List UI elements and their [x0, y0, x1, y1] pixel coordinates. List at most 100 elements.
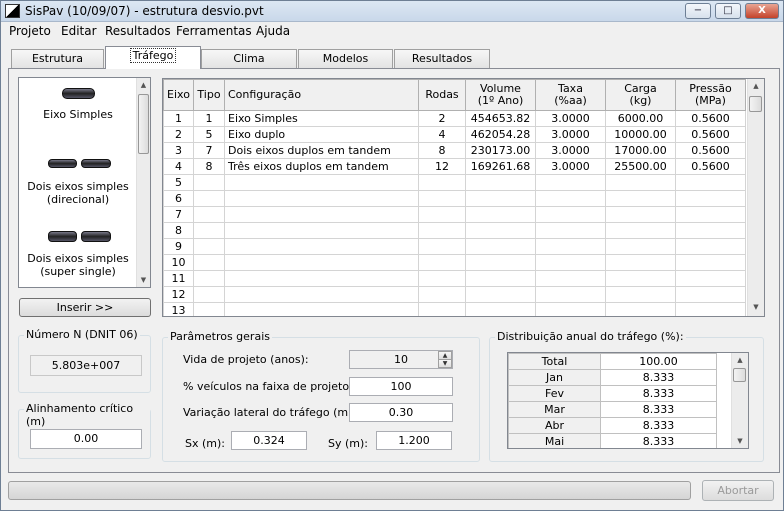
distribution-row[interactable]: Total 100.00: [508, 353, 717, 370]
cell-pressao[interactable]: [675, 222, 746, 239]
distribution-scrollbar[interactable]: ▲ ▼: [731, 353, 748, 448]
maximize-button[interactable]: □: [715, 3, 741, 19]
cell-rodas[interactable]: [418, 270, 466, 287]
distribution-row[interactable]: Mai 8.333: [508, 433, 717, 448]
tab-clima[interactable]: Clima: [201, 49, 297, 68]
table-row[interactable]: 8: [163, 222, 746, 239]
cell-volume[interactable]: [465, 254, 536, 271]
cell-eixo[interactable]: 8: [163, 222, 194, 239]
vida-projeto-spinner[interactable]: 10 ▲ ▼: [349, 350, 453, 369]
table-row[interactable]: 13: [163, 302, 746, 316]
cell-taxa[interactable]: 3.0000: [535, 158, 606, 175]
cell-volume[interactable]: [465, 302, 536, 316]
cell-volume[interactable]: 169261.68: [465, 158, 536, 175]
cell-carga[interactable]: 25500.00: [605, 158, 676, 175]
cell-configuracao[interactable]: Dois eixos duplos em tandem: [224, 142, 419, 159]
cell-taxa[interactable]: 3.0000: [535, 142, 606, 159]
menu-ajuda[interactable]: Ajuda: [256, 24, 290, 38]
menu-projeto[interactable]: Projeto: [9, 24, 51, 38]
table-row[interactable]: 3 7 Dois eixos duplos em tandem 8 230173.00 3…: [163, 142, 746, 159]
cell-eixo[interactable]: 2: [163, 126, 194, 143]
cell-pressao[interactable]: 0.5600: [675, 126, 746, 143]
traffic-grid[interactable]: Eixo Tipo Configuração Rodas Volume (1º …: [162, 78, 765, 317]
cell-carga[interactable]: [605, 286, 676, 303]
alinhamento-input[interactable]: 0.00: [30, 429, 142, 449]
cell-taxa[interactable]: [535, 190, 606, 207]
distribution-row[interactable]: Abr 8.333: [508, 417, 717, 434]
distribution-grid[interactable]: Total 100.00 Jan 8.333 Fev 8.333 Mar 8.333 Abr 8.…: [507, 352, 749, 449]
cell-rodas[interactable]: 8: [418, 142, 466, 159]
cell-rodas[interactable]: [418, 222, 466, 239]
veiculos-faixa-input[interactable]: 100: [349, 377, 453, 396]
cell-rodas[interactable]: [418, 174, 466, 191]
distribution-value[interactable]: 8.333: [600, 369, 717, 386]
cell-configuracao[interactable]: Eixo Simples: [224, 110, 419, 127]
cell-eixo[interactable]: 13: [163, 302, 194, 316]
cell-pressao[interactable]: [675, 174, 746, 191]
cell-taxa[interactable]: [535, 206, 606, 223]
cell-pressao[interactable]: [675, 286, 746, 303]
cell-volume[interactable]: [465, 190, 536, 207]
sy-input[interactable]: 1.200: [376, 431, 452, 450]
cell-taxa[interactable]: [535, 286, 606, 303]
cell-volume[interactable]: [465, 286, 536, 303]
scroll-up-icon[interactable]: ▲: [732, 353, 748, 367]
cell-rodas[interactable]: [418, 238, 466, 255]
cell-eixo[interactable]: 7: [163, 206, 194, 223]
scroll-up-icon[interactable]: ▲: [748, 79, 764, 95]
distribution-value[interactable]: 8.333: [600, 385, 717, 402]
cell-configuracao[interactable]: [224, 270, 419, 287]
cell-eixo[interactable]: 5: [163, 174, 194, 191]
cell-volume[interactable]: [465, 174, 536, 191]
cell-volume[interactable]: [465, 206, 536, 223]
scroll-thumb[interactable]: [138, 94, 149, 154]
cell-carga[interactable]: [605, 222, 676, 239]
cell-carga[interactable]: [605, 270, 676, 287]
col-header-volume[interactable]: Volume (1º Ano): [465, 79, 536, 111]
cell-configuracao[interactable]: [224, 206, 419, 223]
scroll-down-icon[interactable]: ▼: [137, 273, 150, 287]
cell-carga[interactable]: [605, 302, 676, 316]
cell-tipo[interactable]: [193, 206, 225, 223]
cell-configuracao[interactable]: [224, 190, 419, 207]
cell-taxa[interactable]: [535, 254, 606, 271]
cell-tipo[interactable]: [193, 238, 225, 255]
cell-pressao[interactable]: 0.5600: [675, 142, 746, 159]
distribution-row[interactable]: Fev 8.333: [508, 385, 717, 402]
cell-taxa[interactable]: 3.0000: [535, 126, 606, 143]
table-row[interactable]: 6: [163, 190, 746, 207]
cell-eixo[interactable]: 3: [163, 142, 194, 159]
spin-down-icon[interactable]: ▼: [438, 359, 452, 368]
cell-configuracao[interactable]: [224, 174, 419, 191]
cell-configuracao[interactable]: [224, 222, 419, 239]
sx-input[interactable]: 0.324: [231, 431, 307, 450]
cell-tipo[interactable]: 7: [193, 142, 225, 159]
scroll-down-icon[interactable]: ▼: [748, 300, 764, 316]
cell-configuracao[interactable]: Eixo duplo: [224, 126, 419, 143]
table-row[interactable]: 2 5 Eixo duplo 4 462054.28 3.0000 10000.00 0.56…: [163, 126, 746, 143]
cell-tipo[interactable]: [193, 174, 225, 191]
cell-pressao[interactable]: [675, 190, 746, 207]
cell-tipo[interactable]: 8: [193, 158, 225, 175]
cell-rodas[interactable]: [418, 206, 466, 223]
col-header-eixo[interactable]: Eixo: [163, 79, 194, 111]
cell-pressao[interactable]: [675, 270, 746, 287]
cell-configuracao[interactable]: [224, 302, 419, 316]
cell-rodas[interactable]: 12: [418, 158, 466, 175]
cell-eixo[interactable]: 12: [163, 286, 194, 303]
axle-type-list[interactable]: Eixo Simples Dois eixos simples (direcio…: [18, 77, 151, 288]
cell-rodas[interactable]: [418, 190, 466, 207]
cell-rodas[interactable]: [418, 286, 466, 303]
cell-pressao[interactable]: [675, 302, 746, 316]
close-button[interactable]: X: [745, 3, 779, 19]
cell-pressao[interactable]: [675, 206, 746, 223]
cell-tipo[interactable]: 1: [193, 110, 225, 127]
cell-carga[interactable]: [605, 174, 676, 191]
cell-tipo[interactable]: [193, 270, 225, 287]
cell-tipo[interactable]: [193, 222, 225, 239]
scroll-down-icon[interactable]: ▼: [732, 434, 748, 448]
cell-tipo[interactable]: [193, 190, 225, 207]
table-row[interactable]: 1 1 Eixo Simples 2 454653.82 3.0000 6000.00 0.5…: [163, 110, 746, 127]
grid-scrollbar[interactable]: ▲ ▼: [747, 79, 764, 316]
cell-taxa[interactable]: [535, 302, 606, 316]
